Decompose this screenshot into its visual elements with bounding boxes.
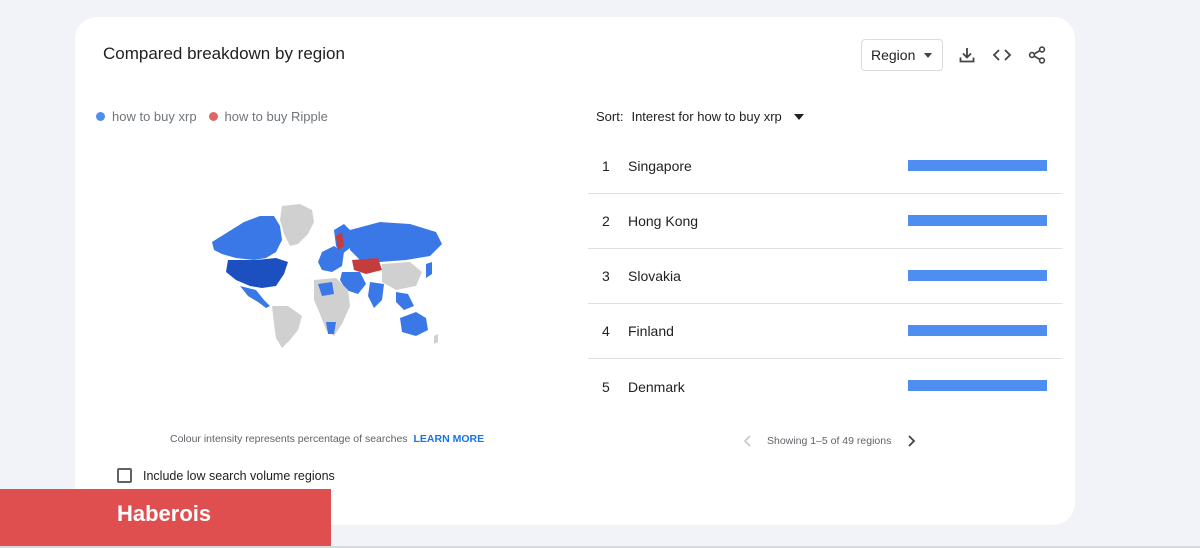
pagination: Showing 1–5 of 49 regions [738, 431, 921, 451]
rank-number: 1 [602, 158, 610, 174]
map-region-usa [226, 258, 288, 288]
interest-bar [908, 270, 1047, 281]
interest-bar [908, 380, 1047, 391]
map-region-kazakhstan [352, 258, 382, 274]
interest-bar-track [908, 160, 1047, 171]
legend-item-term2: how to buy Ripple [208, 109, 328, 124]
map-region-southeast-asia [396, 292, 414, 310]
card-title: Compared breakdown by region [103, 44, 345, 63]
map-region-canada [212, 216, 282, 260]
embed-code-icon[interactable] [991, 44, 1013, 66]
map-region-india [368, 282, 384, 308]
low-volume-checkbox[interactable] [117, 468, 132, 483]
map-region-mexico [240, 286, 270, 308]
map-caption: Colour intensity represents percentage o… [170, 433, 484, 445]
interest-bar [908, 160, 1047, 171]
sort-value: Interest for how to buy xrp [631, 109, 782, 124]
map-region-new-zealand [434, 334, 438, 344]
sort-dropdown[interactable]: Sort: Interest for how to buy xrp [596, 109, 804, 124]
map-region-japan [426, 262, 432, 278]
legend-dot-blue [96, 112, 105, 121]
map-region-south-america [272, 306, 302, 348]
map-region-china [382, 262, 422, 290]
learn-more-link[interactable]: LEARN MORE [413, 433, 484, 445]
interest-bar-track [908, 325, 1047, 336]
legend: how to buy xrp how to buy Ripple [96, 109, 340, 124]
region-name: Denmark [628, 378, 685, 395]
map-region-greenland [280, 204, 314, 246]
brand-banner: Haberois [0, 489, 331, 548]
chevron-right-icon[interactable] [901, 431, 921, 451]
low-volume-checkbox-row[interactable]: Include low search volume regions [117, 468, 335, 483]
caret-down-icon [924, 53, 932, 58]
interest-bar-track [908, 215, 1047, 226]
rank-number: 3 [602, 268, 610, 284]
region-name: Singapore [628, 158, 692, 174]
map-caption-text: Colour intensity represents percentage o… [170, 433, 408, 445]
rank-number: 4 [602, 323, 610, 339]
interest-bar [908, 325, 1047, 336]
region-select[interactable]: Region [861, 39, 943, 71]
legend-label: how to buy Ripple [224, 109, 328, 124]
region-breakdown-card: Compared breakdown by region Region how … [75, 17, 1075, 525]
region-name: Finland [628, 323, 674, 339]
list-item[interactable]: 5 Denmark [588, 359, 1062, 414]
list-item[interactable]: 3 Slovakia [588, 249, 1062, 304]
rank-number: 5 [602, 378, 610, 395]
map-region-australia [400, 312, 428, 336]
list-item[interactable]: 2 Hong Kong [588, 194, 1062, 249]
region-list: 1 Singapore 2 Hong Kong 3 Slovakia 4 Fin… [588, 139, 1062, 414]
region-name: Hong Kong [628, 213, 699, 229]
region-select-label: Region [871, 47, 916, 63]
brand-label: Haberois [117, 501, 212, 526]
interest-bar-track [908, 270, 1047, 281]
pagination-text: Showing 1–5 of 49 regions [767, 435, 892, 447]
list-item[interactable]: 4 Finland [588, 304, 1062, 359]
legend-dot-red [208, 112, 218, 121]
low-volume-checkbox-label: Include low search volume regions [143, 468, 335, 483]
interest-bar [908, 215, 1047, 226]
share-icon[interactable] [1026, 44, 1048, 66]
download-icon[interactable] [956, 44, 978, 66]
world-map[interactable] [210, 202, 445, 348]
caret-down-icon [793, 113, 804, 120]
list-item[interactable]: 1 Singapore [588, 139, 1062, 194]
rank-number: 2 [602, 213, 610, 229]
legend-item-term1: how to buy xrp [96, 109, 197, 124]
interest-bar-track [908, 380, 1047, 391]
sort-label: Sort: [596, 109, 624, 124]
region-name: Slovakia [628, 268, 681, 284]
map-region-russia [350, 222, 442, 262]
chevron-left-icon[interactable] [738, 431, 758, 451]
legend-label: how to buy xrp [112, 109, 197, 124]
